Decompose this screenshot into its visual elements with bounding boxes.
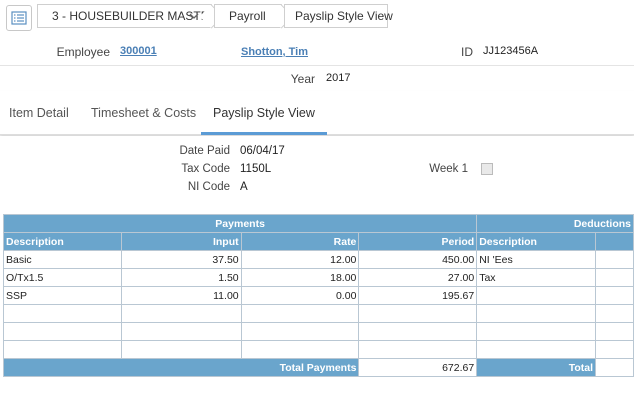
table-row [3, 304, 634, 323]
deduction-amount [595, 250, 634, 269]
ni-code-label: NI Code [187, 181, 230, 193]
empty-cell [240, 340, 360, 359]
empty-cell [358, 340, 478, 359]
deductions-group-header: Deductions [476, 214, 634, 233]
table-row [3, 322, 634, 341]
total-deductions-label: Total [476, 358, 597, 377]
empty-cell [240, 322, 360, 341]
payslip-panel: Date Paid 06/04/17 Tax Code 1150L NI Cod… [0, 136, 634, 403]
empty-cell [120, 304, 242, 323]
deduction-amount [595, 268, 634, 287]
list-icon [11, 11, 27, 25]
payment-description: SSP [3, 286, 122, 305]
breadcrumb-item-payslip-style-view[interactable]: Payslip Style View [284, 4, 393, 28]
payment-description: Basic [3, 250, 122, 269]
payment-period: 450.00 [358, 250, 478, 269]
empty-cell [358, 304, 478, 323]
payment-description: O/Tx1.5 [3, 268, 122, 287]
tax-code-value: 1150L [240, 163, 272, 175]
id-value: JJ123456A [483, 45, 539, 57]
payment-input: 37.50 [120, 250, 242, 269]
tax-code-label: Tax Code [181, 163, 230, 175]
empty-cell [476, 304, 597, 323]
empty-cell [595, 322, 634, 341]
employee-label: Employee [56, 45, 110, 59]
tab-item-detail[interactable]: Item Detail [9, 91, 69, 135]
employee-header: Employee 300001 Shotton, Tim ID JJ123456… [0, 36, 634, 91]
deduction-amount [595, 286, 634, 305]
menu-list-button[interactable] [6, 5, 32, 31]
column-header-period[interactable]: Period [358, 232, 478, 251]
payments-group-header: Payments [2, 214, 478, 233]
total-payments-label: Total Payments [2, 358, 360, 377]
payment-period: 27.00 [358, 268, 478, 287]
deduction-description [476, 286, 597, 305]
table-row: SSP 11.00 0.00 195.67 [3, 286, 634, 305]
payment-input: 11.00 [120, 286, 242, 305]
tab-timesheet-costs[interactable]: Timesheet & Costs [91, 91, 196, 135]
empty-cell [595, 304, 634, 323]
date-paid-value: 06/04/17 [240, 145, 285, 157]
payment-period: 195.67 [358, 286, 478, 305]
deduction-description: NI 'Ees [476, 250, 597, 269]
empty-cell [120, 340, 242, 359]
breadcrumb-item-company[interactable]: 3 - HOUSEBUILDER MASTER [37, 4, 224, 29]
tab-bar: Item Detail Timesheet & Costs Payslip St… [0, 91, 634, 135]
column-header-input[interactable]: Input [120, 232, 242, 251]
empty-cell [3, 322, 122, 341]
week1-label: Week 1 [429, 163, 468, 175]
table-row [3, 340, 634, 359]
empty-cell [240, 304, 360, 323]
empty-cell [3, 304, 122, 323]
payment-rate: 18.00 [240, 268, 360, 287]
column-header-deduction-description[interactable]: Description [476, 232, 597, 251]
empty-cell [476, 340, 597, 359]
column-header-rate[interactable]: Rate [240, 232, 360, 251]
empty-cell [358, 322, 478, 341]
breadcrumb-payroll-label: Payroll [229, 9, 266, 23]
breadcrumb: 3 - HOUSEBUILDER MASTER Payroll Payslip … [0, 0, 634, 36]
id-label: ID [461, 45, 473, 59]
year-value: 2017 [326, 72, 351, 84]
empty-cell [595, 340, 634, 359]
ni-code-value: A [240, 181, 248, 193]
empty-cell [476, 322, 597, 341]
employee-name-link[interactable]: Shotton, Tim [241, 46, 308, 58]
tab-payslip-style-view[interactable]: Payslip Style View [201, 91, 327, 135]
total-deductions-value [595, 358, 634, 377]
date-paid-label: Date Paid [179, 145, 230, 157]
payment-input: 1.50 [120, 268, 242, 287]
column-header-description[interactable]: Description [3, 232, 122, 251]
empty-cell [120, 322, 242, 341]
payslip-table: Payments Deductions Description Input Ra… [2, 214, 634, 377]
deduction-description: Tax [476, 268, 597, 287]
table-row: Basic 37.50 12.00 450.00 NI 'Ees [3, 250, 634, 269]
header-divider [0, 65, 634, 66]
week1-checkbox[interactable] [481, 163, 493, 175]
chevron-down-icon[interactable] [189, 11, 199, 21]
empty-cell [3, 340, 122, 359]
totals-row: Total Payments 672.67 Total [2, 358, 634, 377]
payment-rate: 0.00 [240, 286, 360, 305]
breadcrumb-payslip-label: Payslip Style View [295, 9, 393, 23]
total-payments-value: 672.67 [358, 358, 478, 377]
year-label: Year [290, 72, 315, 86]
column-header-deduction-amount[interactable] [595, 232, 634, 251]
table-row: O/Tx1.5 1.50 18.00 27.00 Tax [3, 268, 634, 287]
employee-number-link[interactable]: 300001 [120, 45, 157, 57]
payment-rate: 12.00 [240, 250, 360, 269]
breadcrumb-item-payroll[interactable]: Payroll [214, 4, 294, 29]
